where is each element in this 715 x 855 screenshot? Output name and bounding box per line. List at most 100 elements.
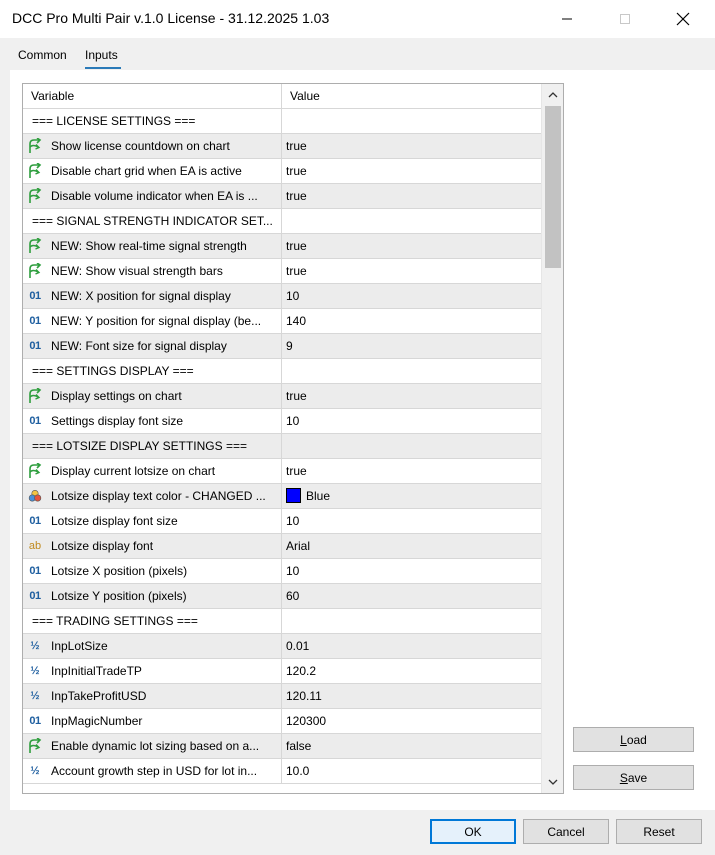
value-cell[interactable]: Arial <box>282 534 541 558</box>
table-row[interactable]: 01 Lotsize Y position (pixels) 60 <box>23 584 541 609</box>
value-cell[interactable]: 120.11 <box>282 684 541 708</box>
value-cell[interactable] <box>282 609 541 633</box>
table-row[interactable]: ½ InpInitialTradeTP 120.2 <box>23 659 541 684</box>
vertical-scrollbar[interactable] <box>541 84 563 793</box>
variable-label: Enable dynamic lot sizing based on a... <box>51 739 260 753</box>
table-row[interactable]: 01 NEW: Font size for signal display 9 <box>23 334 541 359</box>
value-text: 120.11 <box>286 689 322 703</box>
table-row[interactable]: Disable volume indicator when EA is ... t… <box>23 184 541 209</box>
table-row[interactable]: Disable chart grid when EA is active true <box>23 159 541 184</box>
variable-cell[interactable]: 01 NEW: Y position for signal display (be… <box>23 309 282 333</box>
tab-inputs[interactable]: Inputs <box>85 48 118 62</box>
value-cell[interactable]: true <box>282 234 541 258</box>
table-row[interactable]: 01 Settings display font size 10 <box>23 409 541 434</box>
value-cell[interactable]: 10 <box>282 559 541 583</box>
table-row[interactable]: NEW: Show visual strength bars true <box>23 259 541 284</box>
variable-label: Display settings on chart <box>51 389 182 403</box>
value-cell[interactable]: 10.0 <box>282 759 541 783</box>
table-row[interactable]: NEW: Show real-time signal strength true <box>23 234 541 259</box>
variable-cell[interactable]: Disable chart grid when EA is active <box>23 159 282 183</box>
value-cell[interactable]: 120.2 <box>282 659 541 683</box>
value-cell[interactable]: true <box>282 259 541 283</box>
value-cell[interactable]: 10 <box>282 509 541 533</box>
table-row[interactable]: 01 NEW: X position for signal display 10 <box>23 284 541 309</box>
value-cell[interactable]: true <box>282 134 541 158</box>
column-header-value[interactable]: Value <box>282 84 541 109</box>
variable-cell[interactable]: === LICENSE SETTINGS === <box>23 109 282 133</box>
table-row[interactable]: 01 NEW: Y position for signal display (be… <box>23 309 541 334</box>
group-header-row[interactable]: === SIGNAL STRENGTH INDICATOR SET... <box>23 209 541 234</box>
variable-cell[interactable]: 01 Lotsize Y position (pixels) <box>23 584 282 608</box>
variable-cell[interactable]: Display current lotsize on chart <box>23 459 282 483</box>
save-button[interactable]: Save <box>573 765 694 790</box>
scroll-down-button[interactable] <box>542 771 563 793</box>
variable-cell[interactable]: ½ InpTakeProfitUSD <box>23 684 282 708</box>
value-cell[interactable]: 10 <box>282 284 541 308</box>
value-cell[interactable]: 9 <box>282 334 541 358</box>
variable-cell[interactable]: 01 Lotsize X position (pixels) <box>23 559 282 583</box>
table-row[interactable]: 01 InpMagicNumber 120300 <box>23 709 541 734</box>
variable-cell[interactable]: === SIGNAL STRENGTH INDICATOR SET... <box>23 209 282 233</box>
value-cell[interactable]: 120300 <box>282 709 541 733</box>
value-cell[interactable]: true <box>282 384 541 408</box>
variable-cell[interactable]: 01 Lotsize display font size <box>23 509 282 533</box>
scrollbar-thumb[interactable] <box>545 106 561 268</box>
variable-cell[interactable]: === SETTINGS DISPLAY === <box>23 359 282 383</box>
value-cell[interactable]: true <box>282 184 541 208</box>
variable-cell[interactable]: ½ InpInitialTradeTP <box>23 659 282 683</box>
value-cell[interactable] <box>282 359 541 383</box>
variable-cell[interactable]: NEW: Show real-time signal strength <box>23 234 282 258</box>
value-cell[interactable]: 140 <box>282 309 541 333</box>
variable-cell[interactable]: 01 NEW: Font size for signal display <box>23 334 282 358</box>
variable-cell[interactable]: === TRADING SETTINGS === <box>23 609 282 633</box>
group-header-row[interactable]: === LICENSE SETTINGS === <box>23 109 541 134</box>
table-row[interactable]: Show license countdown on chart true <box>23 134 541 159</box>
table-row[interactable]: Display current lotsize on chart true <box>23 459 541 484</box>
table-row[interactable]: ½ InpLotSize 0.01 <box>23 634 541 659</box>
variable-cell[interactable]: NEW: Show visual strength bars <box>23 259 282 283</box>
table-row[interactable]: 01 Lotsize display font size 10 <box>23 509 541 534</box>
value-cell[interactable]: true <box>282 459 541 483</box>
load-button[interactable]: Load <box>573 727 694 752</box>
group-header-row[interactable]: === LOTSIZE DISPLAY SETTINGS === <box>23 434 541 459</box>
value-cell[interactable]: Blue <box>282 484 541 508</box>
column-header-variable[interactable]: Variable <box>23 84 282 109</box>
table-row[interactable]: ½ InpTakeProfitUSD 120.11 <box>23 684 541 709</box>
group-header-row[interactable]: === SETTINGS DISPLAY === <box>23 359 541 384</box>
variable-cell[interactable]: 01 InpMagicNumber <box>23 709 282 733</box>
value-text: true <box>286 239 307 253</box>
value-cell[interactable]: 10 <box>282 409 541 433</box>
variable-cell[interactable]: 01 NEW: X position for signal display <box>23 284 282 308</box>
variable-cell[interactable]: Display settings on chart <box>23 384 282 408</box>
tab-common[interactable]: Common <box>18 48 67 62</box>
variable-cell[interactable]: ab Lotsize display font <box>23 534 282 558</box>
variable-cell[interactable]: 01 Settings display font size <box>23 409 282 433</box>
value-cell[interactable]: 60 <box>282 584 541 608</box>
cancel-button[interactable]: Cancel <box>523 819 609 844</box>
variable-cell[interactable]: Enable dynamic lot sizing based on a... <box>23 734 282 758</box>
reset-button[interactable]: Reset <box>616 819 702 844</box>
group-header-row[interactable]: === TRADING SETTINGS === <box>23 609 541 634</box>
minimize-button[interactable] <box>538 0 596 38</box>
value-cell[interactable]: true <box>282 159 541 183</box>
variable-cell[interactable]: === LOTSIZE DISPLAY SETTINGS === <box>23 434 282 458</box>
variable-cell[interactable]: ½ Account growth step in USD for lot in..… <box>23 759 282 783</box>
variable-cell[interactable]: Lotsize display text color - CHANGED ... <box>23 484 282 508</box>
scroll-up-button[interactable] <box>542 84 563 106</box>
value-cell[interactable]: false <box>282 734 541 758</box>
table-row[interactable]: ab Lotsize display font Arial <box>23 534 541 559</box>
value-cell[interactable] <box>282 109 541 133</box>
ok-button[interactable]: OK <box>430 819 516 844</box>
value-cell[interactable] <box>282 209 541 233</box>
table-row[interactable]: Enable dynamic lot sizing based on a... f… <box>23 734 541 759</box>
table-row[interactable]: Lotsize display text color - CHANGED ...… <box>23 484 541 509</box>
variable-cell[interactable]: Disable volume indicator when EA is ... <box>23 184 282 208</box>
table-row[interactable]: 01 Lotsize X position (pixels) 10 <box>23 559 541 584</box>
table-row[interactable]: Display settings on chart true <box>23 384 541 409</box>
value-cell[interactable]: 0.01 <box>282 634 541 658</box>
table-row[interactable]: ½ Account growth step in USD for lot in..… <box>23 759 541 784</box>
value-cell[interactable] <box>282 434 541 458</box>
close-button[interactable] <box>654 0 712 38</box>
variable-cell[interactable]: Show license countdown on chart <box>23 134 282 158</box>
variable-cell[interactable]: ½ InpLotSize <box>23 634 282 658</box>
